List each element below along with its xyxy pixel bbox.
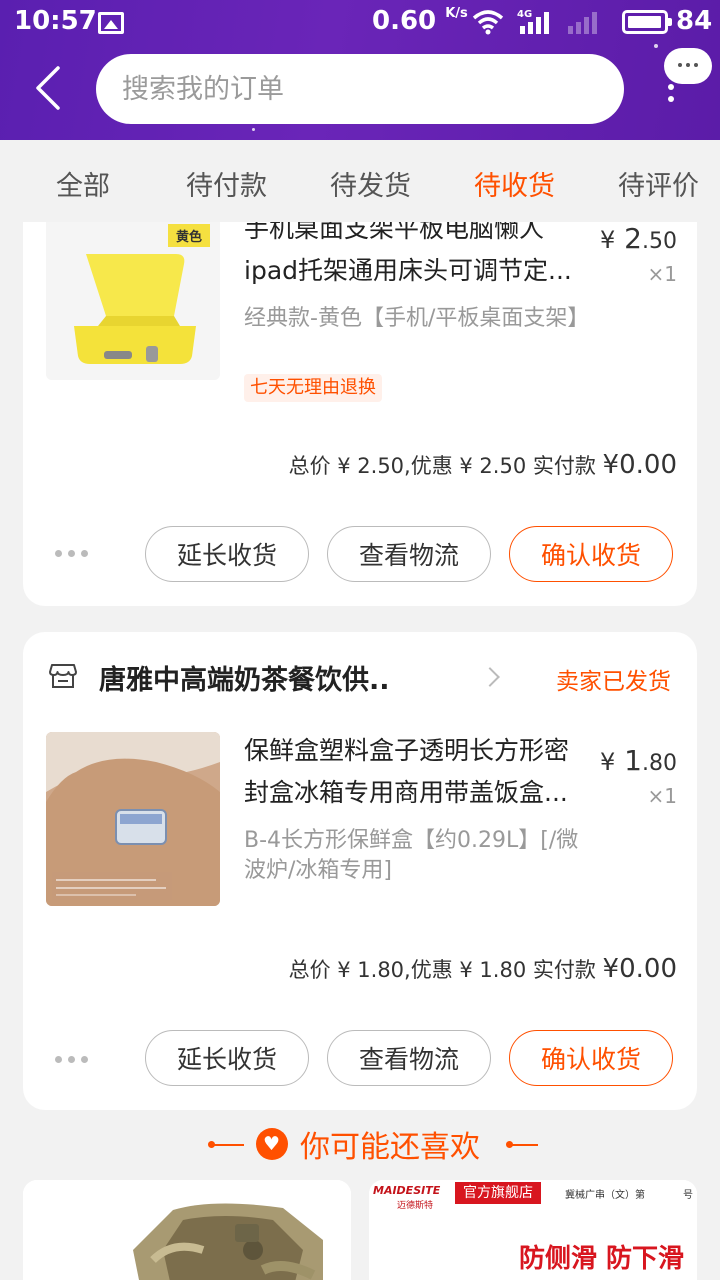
more-actions-icon[interactable] [55,1056,91,1064]
shop-name[interactable]: 唐雅中高端奶茶餐饮供.. [99,658,439,697]
chevron-right-icon[interactable] [480,667,500,687]
search-input[interactable] [122,54,602,124]
tab-pending-shipment[interactable]: 待发货 [330,164,411,203]
product-title[interactable]: 保鲜盒塑料盒子透明长方形密 封盒冰箱专用商用带盖饭盒... [244,730,596,814]
tab-pending-review[interactable]: 待评价 [618,164,699,203]
product-title[interactable]: 手机桌面支架平板电脑懒人 ipad托架通用床头可调节定... [244,222,596,292]
image-color-tag: 黄色 [167,224,210,247]
signal-secondary-icon [568,10,597,34]
decor-line [214,1144,244,1146]
heart-icon [256,1128,288,1160]
recommend-item[interactable] [23,1180,351,1280]
order-total: 总价 ¥ 1.80,优惠 ¥ 1.80 实付款 ¥0.00 [288,954,677,984]
camo-pouch-image [23,1180,351,1280]
back-arrow-icon[interactable] [26,64,74,112]
search-box[interactable] [96,54,624,124]
extend-receipt-button[interactable]: 延长收货 [145,526,309,582]
tab-pending-receipt[interactable]: 待收货 [474,164,555,203]
extend-receipt-button[interactable]: 延长收货 [145,1030,309,1086]
recommend-title: 你可能还喜欢 [300,1130,480,1165]
more-actions-icon[interactable] [55,550,91,558]
recommend-item[interactable]: MAIDESITE 迈德斯特 官方旗舰店 冀械广串（文）第 号 防侧滑 防下滑 [369,1180,697,1280]
header-bar: 10:57 0.60 K/s 4G 84 [0,0,720,140]
tab-all[interactable]: 全部 [56,164,110,203]
view-logistics-button[interactable]: 查看物流 [327,1030,491,1086]
product-slogan: 防侧滑 防下滑 [519,1244,685,1274]
message-bubble-icon[interactable] [664,48,712,84]
brand-name-cn: 迈德斯特 [397,1201,434,1211]
network-speed: 0.60 K/s [372,6,468,36]
flagship-badge: 官方旗舰店 [455,1182,541,1204]
order-tabs: 全部 待付款 待发货 待收货 待评价 [0,140,720,222]
product-price: ¥ 1.80 [599,744,677,777]
product-price: ¥ 2.50 [599,222,677,255]
shop-icon [49,664,77,688]
brand-logo: MAIDESITE [373,1184,441,1197]
tab-pending-payment[interactable]: 待付款 [186,164,267,203]
shipping-status: 卖家已发货 [556,669,671,695]
food-container-image [46,732,220,906]
battery-icon [622,10,672,34]
signal-icon [520,10,549,34]
view-logistics-button[interactable]: 查看物流 [327,526,491,582]
image-notification-icon [98,12,124,34]
order-card: 唐雅中高端奶茶餐饮供.. 卖家已发货 保鲜盒塑料盒子透明长方形密 封盒冰箱专用商… [23,632,697,1110]
confirm-receipt-button[interactable]: 确认收货 [509,1030,673,1086]
wifi-icon [472,10,504,35]
product-sku: 经典款-黄色【手机/平板桌面支架】 [244,306,590,331]
product-quantity: ×1 [647,262,677,286]
confirm-receipt-button[interactable]: 确认收货 [509,526,673,582]
product-image[interactable]: 黄色 [46,222,220,380]
registration-suffix: 号 [683,1190,693,1201]
order-total: 总价 ¥ 2.50,优惠 ¥ 2.50 实付款 ¥0.00 [288,450,677,480]
product-image[interactable] [46,732,220,906]
product-sku: B-4长方形保鲜盒【约0.29L】[/微波炉/冰箱专用] [244,828,579,883]
recommend-header: 你可能还喜欢 [0,1120,720,1168]
registration-note: 冀械广串（文）第 [565,1190,645,1201]
status-time: 10:57 [14,6,97,36]
product-quantity: ×1 [647,784,677,808]
status-bar: 10:57 0.60 K/s 4G 84 [0,0,720,46]
decor-dot [506,1141,513,1148]
battery-level: 84 [676,6,713,36]
more-menu-button[interactable] [660,46,712,108]
order-card: 黄色 手机桌面支架平板电脑懒人 ipad托架通用床头可调节定... ¥ 2.50… [23,222,697,606]
return-policy-tag: 七天无理由退换 [244,374,382,402]
